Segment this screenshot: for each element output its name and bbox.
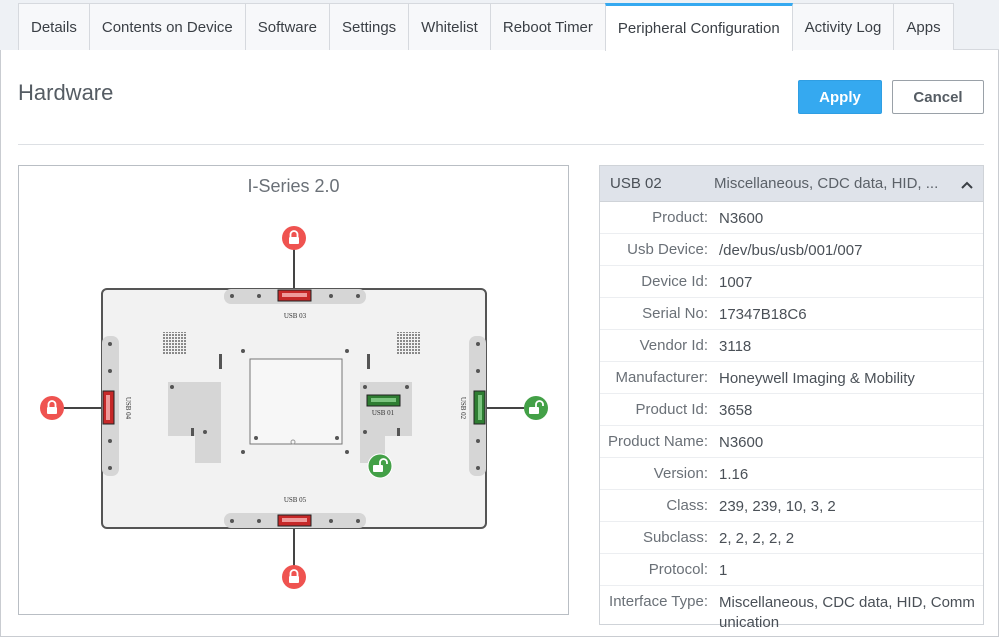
detail-value: 1007: [719, 274, 753, 291]
usb01-lock-button[interactable]: [367, 453, 393, 479]
detail-value: /dev/bus/usb/001/007: [719, 242, 863, 259]
usb-detail-summary: Miscellaneous, CDC data, HID, ...: [714, 175, 939, 192]
usb03-label: USB 03: [284, 312, 307, 320]
detail-key: Product Id:: [635, 401, 708, 418]
usb-detail-rows: Product: N3600 Usb Device: /dev/bus/usb/00…: [600, 202, 983, 637]
detail-row: Product: N3600: [600, 202, 983, 234]
tab-whitelist[interactable]: Whitelist: [408, 3, 491, 50]
detail-value: 1: [719, 562, 728, 579]
detail-value: 3658: [719, 402, 753, 419]
usb01-port[interactable]: [366, 394, 401, 407]
apply-button[interactable]: Apply: [798, 80, 882, 114]
usb05-port[interactable]: [277, 514, 312, 527]
tab-bar-lead: [0, 0, 18, 50]
usb-detail-panel: USB 02 Miscellaneous, CDC data, HID, ...…: [599, 165, 984, 631]
detail-value: 239, 239, 10, 3, 2: [719, 498, 836, 515]
tabs: Details Contents on Device Software Sett…: [18, 3, 954, 51]
tab-contents-on-device[interactable]: Contents on Device: [88, 3, 246, 50]
speaker-grille-right: [397, 332, 421, 354]
device-panel: I-Series 2.0 USB 01 USB 03 USB 05 USB 04…: [18, 165, 569, 615]
detail-row: Serial No: 17347B18C6: [600, 298, 983, 330]
usb02-lock-button[interactable]: [524, 396, 548, 420]
vesa-plate: [249, 358, 343, 445]
detail-row: Manufacturer: Honeywell Imaging & Mobilit…: [600, 362, 983, 394]
detail-key: Version:: [653, 465, 708, 482]
detail-value: 2, 2, 2, 2, 2: [719, 530, 795, 547]
usb04-label: USB 04: [124, 397, 132, 420]
detail-key: Manufacturer:: [615, 369, 708, 386]
usb01-label: USB 01: [372, 409, 395, 417]
tab-reboot-timer[interactable]: Reboot Timer: [489, 3, 606, 50]
usb05-label: USB 05: [284, 496, 307, 504]
detail-value: N3600: [719, 210, 764, 227]
detail-key: Class:: [666, 497, 708, 514]
detail-value: Miscellaneous, CDC data, HID, Communicat…: [719, 594, 975, 631]
usb04-port[interactable]: [102, 390, 115, 425]
usb-detail-port: USB 02: [610, 175, 662, 192]
usb02-label: USB 02: [459, 397, 467, 420]
usb03-port[interactable]: [277, 289, 312, 302]
device-diagram: USB 01 USB 03 USB 05 USB 04 USB 02: [40, 226, 548, 589]
usb02-port[interactable]: [473, 390, 486, 425]
tab-details[interactable]: Details: [18, 3, 90, 50]
detail-key: Vendor Id:: [639, 337, 708, 354]
tab-settings[interactable]: Settings: [328, 3, 410, 50]
tab-apps[interactable]: Apps: [893, 3, 954, 50]
detail-value: Honeywell Imaging & Mobility: [719, 370, 915, 387]
detail-key: Serial No:: [642, 305, 708, 322]
slot-left: [219, 354, 222, 369]
usb04-lock-button[interactable]: [40, 396, 64, 420]
detail-key: Subclass:: [642, 529, 708, 546]
usb05-lock-button[interactable]: [282, 565, 306, 589]
detail-key: Product Name:: [607, 433, 708, 450]
detail-row: Product Id: 3658: [600, 394, 983, 426]
section-divider: [18, 144, 984, 145]
tab-peripheral-configuration[interactable]: Peripheral Configuration: [604, 3, 793, 51]
detail-value: 3118: [719, 338, 752, 355]
detail-value: N3600: [719, 434, 764, 451]
tab-activity-log[interactable]: Activity Log: [791, 3, 895, 50]
detail-row: Version: 1.16: [600, 458, 983, 490]
usb03-lock-button[interactable]: [282, 226, 306, 250]
slot-right: [367, 354, 370, 369]
detail-row: Product Name: N3600: [600, 426, 983, 458]
detail-key: Device Id:: [641, 273, 708, 290]
detail-key: Product:: [652, 209, 708, 226]
detail-row: Subclass: 2, 2, 2, 2, 2: [600, 522, 983, 554]
speaker-grille-left: [162, 332, 186, 354]
detail-row: Class: 239, 239, 10, 3, 2: [600, 490, 983, 522]
detail-row: Protocol: 1: [600, 554, 983, 586]
cancel-button[interactable]: Cancel: [892, 80, 984, 114]
tab-software[interactable]: Software: [244, 3, 330, 50]
detail-key: Interface Type:: [609, 593, 708, 610]
detail-key: Protocol:: [648, 561, 708, 578]
chevron-up-icon[interactable]: [947, 176, 973, 192]
tab-bar: Details Contents on Device Software Sett…: [0, 0, 999, 51]
section-title: Hardware: [18, 80, 114, 105]
detail-row: Vendor Id: 3118: [600, 330, 983, 362]
usb-detail-header[interactable]: USB 02 Miscellaneous, CDC data, HID, ...: [600, 166, 983, 202]
detail-value: 17347B18C6: [719, 306, 807, 323]
detail-value: 1.16: [719, 466, 749, 483]
detail-row: Usb Device: /dev/bus/usb/001/007: [600, 234, 983, 266]
detail-key: Usb Device:: [627, 241, 708, 258]
detail-row: Interface Type: Miscellaneous, CDC data, …: [600, 586, 983, 637]
detail-row: Device Id: 1007: [600, 266, 983, 298]
